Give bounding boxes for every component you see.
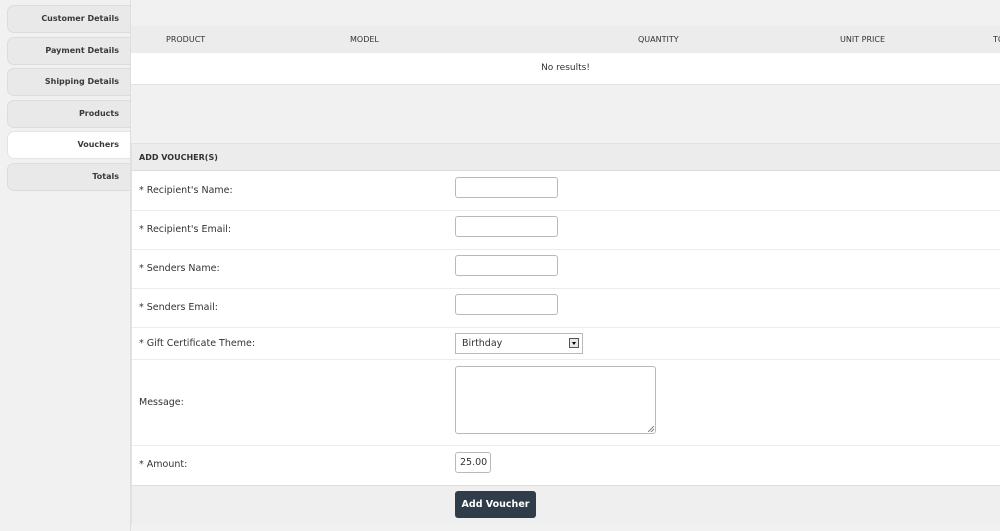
form-row-recipient-name: * Recipient's Name: bbox=[132, 171, 1000, 211]
form-row-senders-email: * Senders Email: bbox=[132, 289, 1000, 328]
form-row-senders-name: * Senders Name: bbox=[132, 250, 1000, 289]
amount-input[interactable]: 25.00 bbox=[455, 452, 491, 473]
resize-handle-icon[interactable] bbox=[648, 426, 654, 432]
tab-shipping-details[interactable]: Shipping Details bbox=[7, 68, 130, 96]
dropdown-arrow-icon[interactable] bbox=[569, 338, 579, 348]
senders-email-input[interactable] bbox=[455, 294, 558, 315]
theme-select[interactable]: Birthday bbox=[455, 333, 583, 354]
column-header-product: PRODUCT bbox=[166, 35, 206, 44]
add-voucher-button[interactable]: Add Voucher bbox=[455, 491, 536, 518]
products-table-header: PRODUCT MODEL QUANTITY UNIT PRICE TO bbox=[131, 26, 1000, 54]
form-row-recipient-email: * Recipient's Email: bbox=[132, 211, 1000, 250]
senders-name-label: * Senders Name: bbox=[139, 263, 220, 274]
message-textarea[interactable] bbox=[455, 366, 656, 434]
theme-selected-value: Birthday bbox=[462, 338, 503, 349]
theme-label: * Gift Certificate Theme: bbox=[139, 338, 256, 349]
column-header-total: TO bbox=[993, 35, 1000, 44]
column-header-quantity: QUANTITY bbox=[638, 35, 679, 44]
recipient-email-input[interactable] bbox=[455, 216, 558, 237]
amount-label: * Amount: bbox=[139, 459, 188, 470]
add-voucher-panel: ADD VOUCHER(S) * Recipient's Name: * Rec… bbox=[131, 143, 1000, 525]
senders-email-label: * Senders Email: bbox=[139, 302, 218, 313]
tab-totals[interactable]: Totals bbox=[7, 163, 130, 191]
column-header-unit-price: UNIT PRICE bbox=[840, 35, 886, 44]
message-label: Message: bbox=[139, 397, 184, 408]
senders-name-input[interactable] bbox=[455, 255, 558, 276]
form-row-amount: * Amount: 25.00 bbox=[132, 446, 1000, 485]
panel-footer: Add Voucher bbox=[132, 485, 1000, 525]
recipient-email-label: * Recipient's Email: bbox=[139, 224, 232, 235]
recipient-name-label: * Recipient's Name: bbox=[139, 185, 233, 196]
empty-results-message: No results! bbox=[131, 53, 1000, 85]
tab-customer-details[interactable]: Customer Details bbox=[7, 5, 130, 33]
panel-heading: ADD VOUCHER(S) bbox=[132, 144, 1000, 171]
recipient-name-input[interactable] bbox=[455, 177, 558, 198]
tab-vouchers[interactable]: Vouchers bbox=[7, 131, 130, 159]
form-row-theme: * Gift Certificate Theme: Birthday bbox=[132, 328, 1000, 360]
tab-products[interactable]: Products bbox=[7, 100, 130, 128]
column-header-model: MODEL bbox=[350, 35, 379, 44]
form-row-message: Message: bbox=[132, 360, 1000, 446]
tab-payment-details[interactable]: Payment Details bbox=[7, 37, 130, 65]
